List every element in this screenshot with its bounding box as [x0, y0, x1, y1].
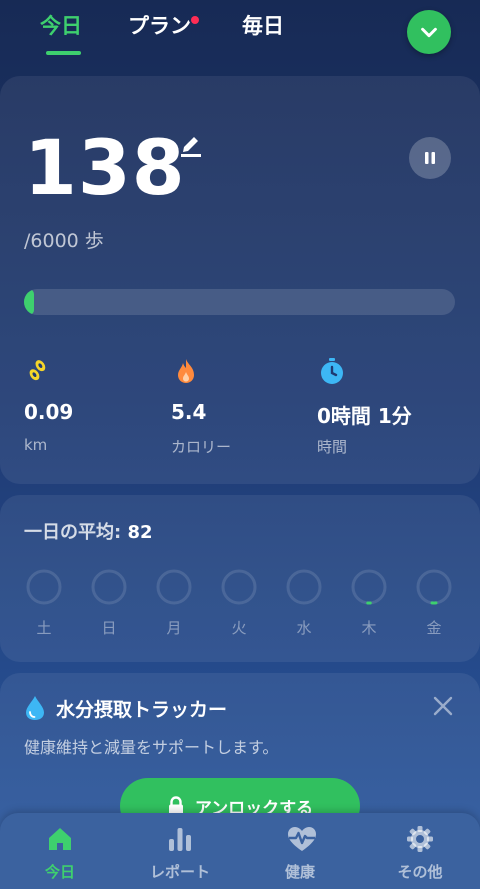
stopwatch-icon	[321, 358, 343, 384]
step-count: 138	[24, 123, 186, 212]
day-label: 土	[36, 619, 52, 637]
water-drop-icon	[26, 696, 44, 720]
heartbeat-icon	[288, 827, 316, 851]
day-progress-ring	[156, 569, 192, 605]
pause-icon	[425, 152, 435, 164]
home-icon	[49, 828, 71, 850]
gear-icon	[407, 826, 433, 852]
day-progress-ring	[286, 569, 322, 605]
flame-icon	[178, 359, 194, 383]
daily-average-title: 一日の平均: 82	[24, 522, 153, 543]
day-progress-ring	[26, 569, 62, 605]
chevron-down-icon	[421, 27, 437, 38]
footsteps-icon	[29, 360, 46, 381]
day-label: 火	[231, 619, 247, 637]
nav-health[interactable]: 健康	[240, 813, 360, 889]
day-progress-ring	[221, 569, 257, 605]
step-progress-fill	[24, 289, 34, 315]
step-progress-bar	[24, 289, 455, 315]
nav-report[interactable]: レポート	[120, 813, 240, 889]
daily-average-card[interactable]: 一日の平均: 82 土 日 月 火 水 木 金	[0, 495, 480, 662]
close-icon[interactable]	[432, 695, 454, 717]
top-tab-bar: 今日 プラン 毎日	[0, 0, 480, 68]
dropdown-button[interactable]	[407, 10, 451, 54]
tab-today[interactable]: 今日	[40, 10, 82, 40]
nav-more[interactable]: その他	[360, 813, 480, 889]
step-goal: /6000 歩	[24, 230, 104, 252]
day-label: 水	[296, 619, 312, 637]
edit-icon[interactable]	[178, 132, 204, 158]
nav-today[interactable]: 今日	[0, 813, 120, 889]
day-label: 月	[166, 619, 182, 637]
active-tab-underline	[46, 51, 81, 55]
steps-card: 138 /6000 歩 0.09 km 5.4 カロリー 0時間 1分 時間	[0, 76, 480, 484]
day-progress-ring	[351, 569, 387, 605]
day-label: 木	[361, 619, 377, 637]
water-tracker-description: 健康維持と減量をサポートします。	[24, 738, 279, 757]
day-label: 金	[426, 619, 442, 637]
time-value: 0時間 1分	[317, 404, 412, 428]
water-tracker-title: 水分摂取トラッカー	[56, 699, 228, 721]
notification-dot	[191, 16, 199, 24]
time-label: 時間	[317, 438, 348, 456]
calories-value: 5.4	[171, 400, 207, 424]
day-progress-ring	[416, 569, 452, 605]
pause-button[interactable]	[409, 137, 451, 179]
day-progress-ring	[91, 569, 127, 605]
distance-value: 0.09	[24, 400, 74, 424]
calories-label: カロリー	[171, 438, 232, 456]
day-label: 日	[101, 619, 117, 637]
bar-chart-icon	[169, 828, 191, 851]
day-progress-arc	[416, 569, 452, 605]
tab-daily[interactable]: 毎日	[242, 10, 284, 40]
distance-label: km	[24, 436, 48, 454]
tab-plan[interactable]: プラン	[128, 10, 191, 40]
bottom-navigation: 今日 レポート 健康 その他	[0, 813, 480, 889]
daily-average-value: 82	[127, 522, 153, 543]
